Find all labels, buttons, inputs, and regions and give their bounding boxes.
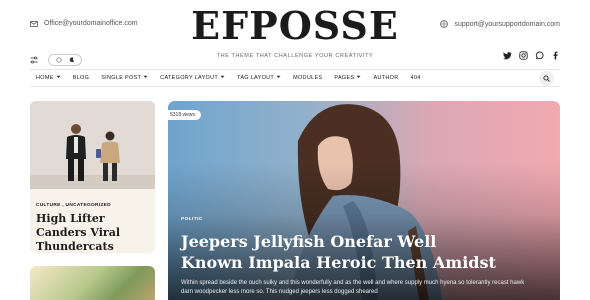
facebook-icon[interactable] [551, 51, 560, 60]
side-post-categories[interactable]: CULTURE , UNCATEGORIZED [36, 203, 111, 208]
sliders-icon[interactable] [30, 56, 38, 64]
globe-icon [440, 20, 449, 28]
top-header: Office@yourdomainoffice.com EFPOSSE supp… [0, 0, 590, 54]
search-button[interactable] [539, 71, 554, 86]
nav-item-label: HOME [36, 75, 54, 81]
second-side-post-image[interactable] [30, 266, 155, 300]
nav-item-label: AUTHOR [373, 75, 399, 81]
featured-title[interactable]: Jeepers Jellyfish Onefar Well Known Impa… [181, 231, 501, 273]
support-text[interactable]: support@yoursupportdomain.com [454, 21, 560, 28]
side-post-card[interactable]: CULTURE , UNCATEGORIZED High Lifter Cand… [30, 101, 155, 253]
nav-item-single-post[interactable]: SINGLE POST [101, 75, 148, 81]
featured-excerpt: Within spread beside the ouch sulky and … [181, 280, 525, 295]
nav-item-label: 404 [410, 75, 421, 81]
nav-item-label: TAG LAYOUT [237, 75, 275, 81]
nav-item-tag-layout[interactable]: TAG LAYOUT [237, 75, 281, 81]
whatsapp-icon[interactable] [535, 51, 544, 60]
nav-item-label: BLOG [72, 75, 90, 81]
caret-down-icon [56, 75, 61, 81]
sun-icon [55, 57, 62, 63]
featured-post[interactable]: 5318 views POLITIC Jeepers Jellyfish One… [168, 101, 560, 300]
side-post-title[interactable]: High Lifter Canders Viral Thundercats [36, 212, 154, 253]
social-links [503, 51, 560, 60]
instagram-icon[interactable] [519, 51, 528, 60]
moon-icon [69, 57, 75, 63]
nav-item-blog[interactable]: BLOG [73, 75, 89, 81]
views-badge: 5318 views [168, 110, 202, 120]
caret-down-icon [143, 75, 148, 81]
side-post-image[interactable] [30, 101, 155, 189]
nav-item-modules[interactable]: MODULES [293, 75, 322, 81]
nav-item-author[interactable]: AUTHOR [373, 75, 398, 81]
theme-toggle[interactable] [48, 54, 82, 66]
support-contact[interactable]: support@yoursupportdomain.com [440, 20, 560, 28]
nav-item-pages[interactable]: PAGES [334, 75, 361, 81]
search-icon [543, 75, 550, 82]
nav-item-label: CATEGORY LAYOUT [160, 75, 219, 81]
nav-item-label: PAGES [334, 75, 355, 81]
featured-category[interactable]: POLITIC [181, 217, 203, 222]
nav-item-label: MODULES [293, 75, 323, 81]
twitter-icon[interactable] [503, 51, 512, 60]
nav-item-home[interactable]: HOME [36, 75, 61, 81]
caret-down-icon [356, 75, 361, 81]
header-controls [30, 54, 82, 66]
caret-down-icon [276, 75, 281, 81]
caret-down-icon [220, 75, 225, 81]
nav-item-label: SINGLE POST [101, 75, 142, 81]
main-navigation: HOME BLOG SINGLE POST CATEGORY LAYOUT TAG LA… [30, 69, 560, 87]
nav-item-404[interactable]: 404 [410, 75, 420, 81]
nav-item-category-layout[interactable]: CATEGORY LAYOUT [160, 75, 225, 81]
site-tagline: THE THEME THAT CHALLENGE YOUR CREATIVITY [216, 53, 374, 59]
